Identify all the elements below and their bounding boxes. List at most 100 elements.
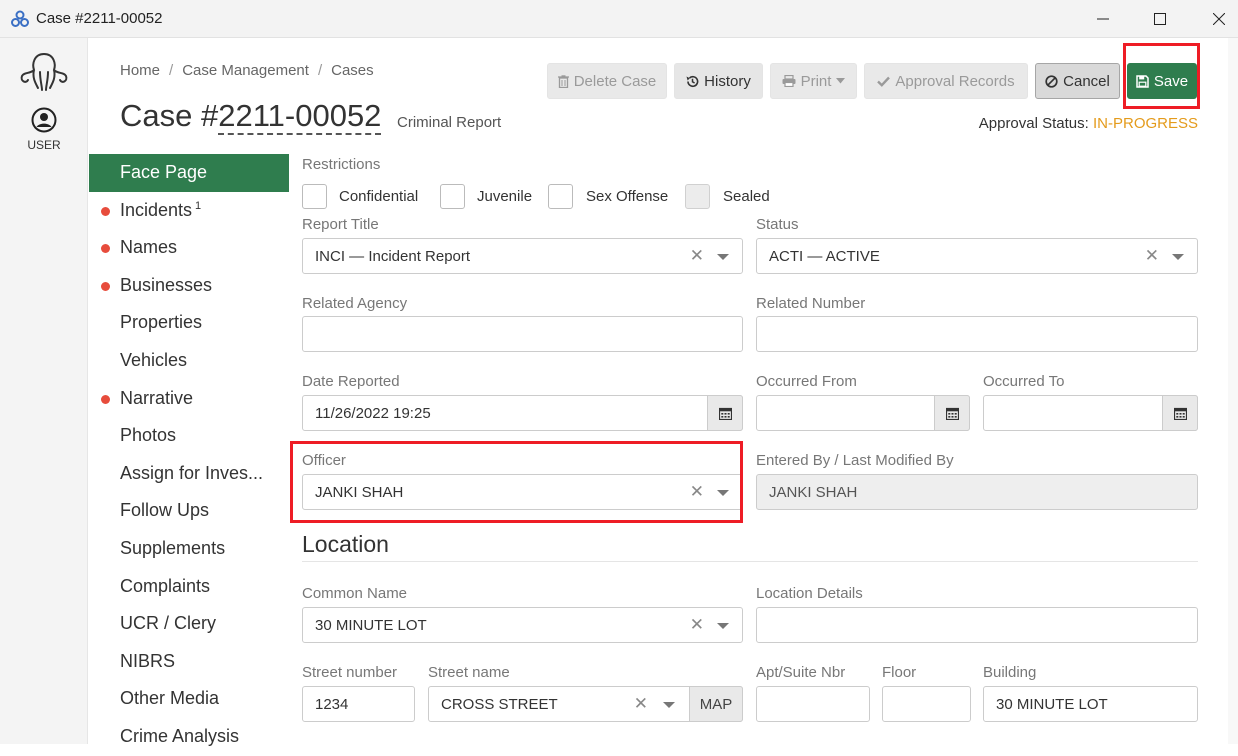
apt-suite-input[interactable] (756, 686, 870, 722)
breadcrumb-cases[interactable]: Cases (331, 62, 374, 79)
report-title-value: INCI — Incident Report (315, 247, 471, 265)
location-details-label: Location Details (756, 585, 863, 602)
nav-item-incidents[interactable]: Incidents 1 (89, 192, 289, 230)
street-number-label: Street number (302, 664, 398, 681)
breadcrumb-home[interactable]: Home (120, 62, 160, 79)
confidential-label: Confidential (339, 188, 419, 205)
breadcrumb-separator: / (317, 62, 323, 79)
print-label: Print (800, 72, 832, 90)
nav-item-complaints[interactable]: Complaints (89, 568, 289, 606)
nav-item-label: Follow Ups (120, 500, 210, 521)
trash-icon (557, 74, 569, 88)
close-button[interactable] (1196, 0, 1238, 38)
occurred-to-label: Occurred To (983, 373, 1065, 390)
cancel-label: Cancel (1063, 72, 1110, 90)
confidential-checkbox[interactable] (302, 184, 327, 209)
map-button-label: MAP (699, 695, 733, 713)
approval-status-value: IN-PROGRESS (1092, 115, 1198, 132)
common-name-value: 30 MINUTE LOT (315, 616, 427, 634)
location-section-title: Location (302, 531, 389, 557)
status-dot (101, 394, 110, 404)
nav-item-label: UCR / Clery (120, 613, 217, 634)
nav-item-other-media[interactable]: Other Media (89, 680, 289, 718)
clear-icon[interactable]: ✕ (690, 247, 704, 265)
nav-item-narrative[interactable]: Narrative (89, 380, 289, 418)
chevron-down-icon[interactable] (717, 254, 729, 260)
user-avatar-icon[interactable] (31, 107, 57, 133)
related-agency-label: Related Agency (302, 295, 408, 312)
page-title-prefix: Case # (120, 98, 219, 133)
juvenile-checkbox[interactable] (440, 184, 465, 209)
calendar-icon (718, 407, 732, 420)
calendar-button[interactable] (1162, 395, 1198, 431)
octopus-logo-icon[interactable] (18, 50, 70, 94)
street-name-select[interactable]: CROSS STREET ✕ MAP (428, 686, 743, 722)
floor-input[interactable] (882, 686, 971, 722)
status-dot (101, 206, 110, 216)
map-button[interactable]: MAP (689, 686, 743, 722)
calendar-icon (945, 407, 959, 420)
nav-item-label: Other Media (120, 688, 220, 709)
nav-item-supplements[interactable]: Supplements (89, 530, 289, 568)
restrictions-label: Restrictions (302, 156, 381, 173)
print-dropdown-button[interactable]: Print (770, 63, 857, 99)
related-agency-input[interactable] (302, 316, 743, 352)
chevron-down-icon[interactable] (1172, 254, 1184, 260)
save-highlight-box (1123, 43, 1200, 109)
status-value: ACTI — ACTIVE (769, 247, 880, 265)
page-scrollbar[interactable] (1228, 38, 1238, 744)
nav-item-photos[interactable]: Photos (89, 417, 289, 455)
clear-icon[interactable]: ✕ (634, 695, 648, 713)
chevron-down-icon[interactable] (663, 702, 675, 708)
nav-item-businesses[interactable]: Businesses (89, 267, 289, 305)
nav-item-properties[interactable]: Properties (89, 304, 289, 342)
occurred-to-input[interactable] (983, 395, 1198, 431)
nav-item-follow-ups[interactable]: Follow Ups (89, 492, 289, 530)
nav-item-assign-for-investigation[interactable]: Assign for Inves... (89, 455, 289, 493)
close-icon (1213, 13, 1225, 25)
related-number-input[interactable] (756, 316, 1198, 352)
location-details-input[interactable] (756, 607, 1198, 643)
app-rail: USER (0, 38, 88, 744)
street-number-input[interactable]: 1234 (302, 686, 415, 722)
case-number[interactable]: 2211-00052 (218, 98, 382, 135)
calendar-button[interactable] (934, 395, 970, 431)
common-name-label: Common Name (302, 585, 408, 602)
nav-item-ucr-clery[interactable]: UCR / Clery (89, 605, 289, 643)
approval-records-label: Approval Records (895, 72, 1015, 90)
nav-item-label: Photos (120, 425, 177, 446)
nav-item-label: Businesses (120, 274, 213, 295)
approval-status: Approval Status: IN-PROGRESS (979, 115, 1198, 132)
date-reported-label: Date Reported (302, 373, 400, 390)
cancel-button[interactable]: Cancel (1035, 63, 1120, 99)
history-button[interactable]: History (674, 63, 763, 99)
minimize-icon (1097, 18, 1109, 20)
user-label[interactable]: USER (0, 138, 88, 152)
building-value: 30 MINUTE LOT (996, 695, 1108, 713)
date-reported-input[interactable]: 11/26/2022 19:25 (302, 395, 743, 431)
nav-item-nibrs[interactable]: NIBRS (89, 643, 289, 681)
common-name-select[interactable]: 30 MINUTE LOT ✕ (302, 607, 743, 643)
chevron-down-icon[interactable] (717, 623, 729, 629)
delete-case-label: Delete Case (573, 72, 657, 90)
occurred-from-input[interactable] (756, 395, 970, 431)
approval-records-button[interactable]: Approval Records (864, 63, 1028, 99)
breadcrumb-case-management[interactable]: Case Management (182, 62, 309, 79)
status-select[interactable]: ACTI — ACTIVE ✕ (756, 238, 1198, 274)
ban-icon (1045, 74, 1058, 88)
sex-offense-checkbox[interactable] (548, 184, 573, 209)
building-input[interactable]: 30 MINUTE LOT (983, 686, 1198, 722)
clear-icon[interactable]: ✕ (690, 616, 704, 634)
breadcrumb-separator: / (169, 62, 174, 79)
delete-case-button[interactable]: Delete Case (547, 63, 667, 99)
minimize-button[interactable] (1080, 0, 1126, 38)
nav-item-crime-analysis[interactable]: Crime Analysis (89, 718, 289, 756)
clear-icon[interactable]: ✕ (1145, 247, 1159, 265)
nav-item-vehicles[interactable]: Vehicles (89, 342, 289, 380)
nav-item-face-page[interactable]: Face Page (89, 154, 289, 192)
report-title-select[interactable]: INCI — Incident Report ✕ (302, 238, 743, 274)
calendar-button[interactable] (707, 395, 743, 431)
sealed-checkbox[interactable] (685, 184, 710, 209)
maximize-button[interactable] (1137, 0, 1183, 38)
nav-item-names[interactable]: Names (89, 229, 289, 267)
